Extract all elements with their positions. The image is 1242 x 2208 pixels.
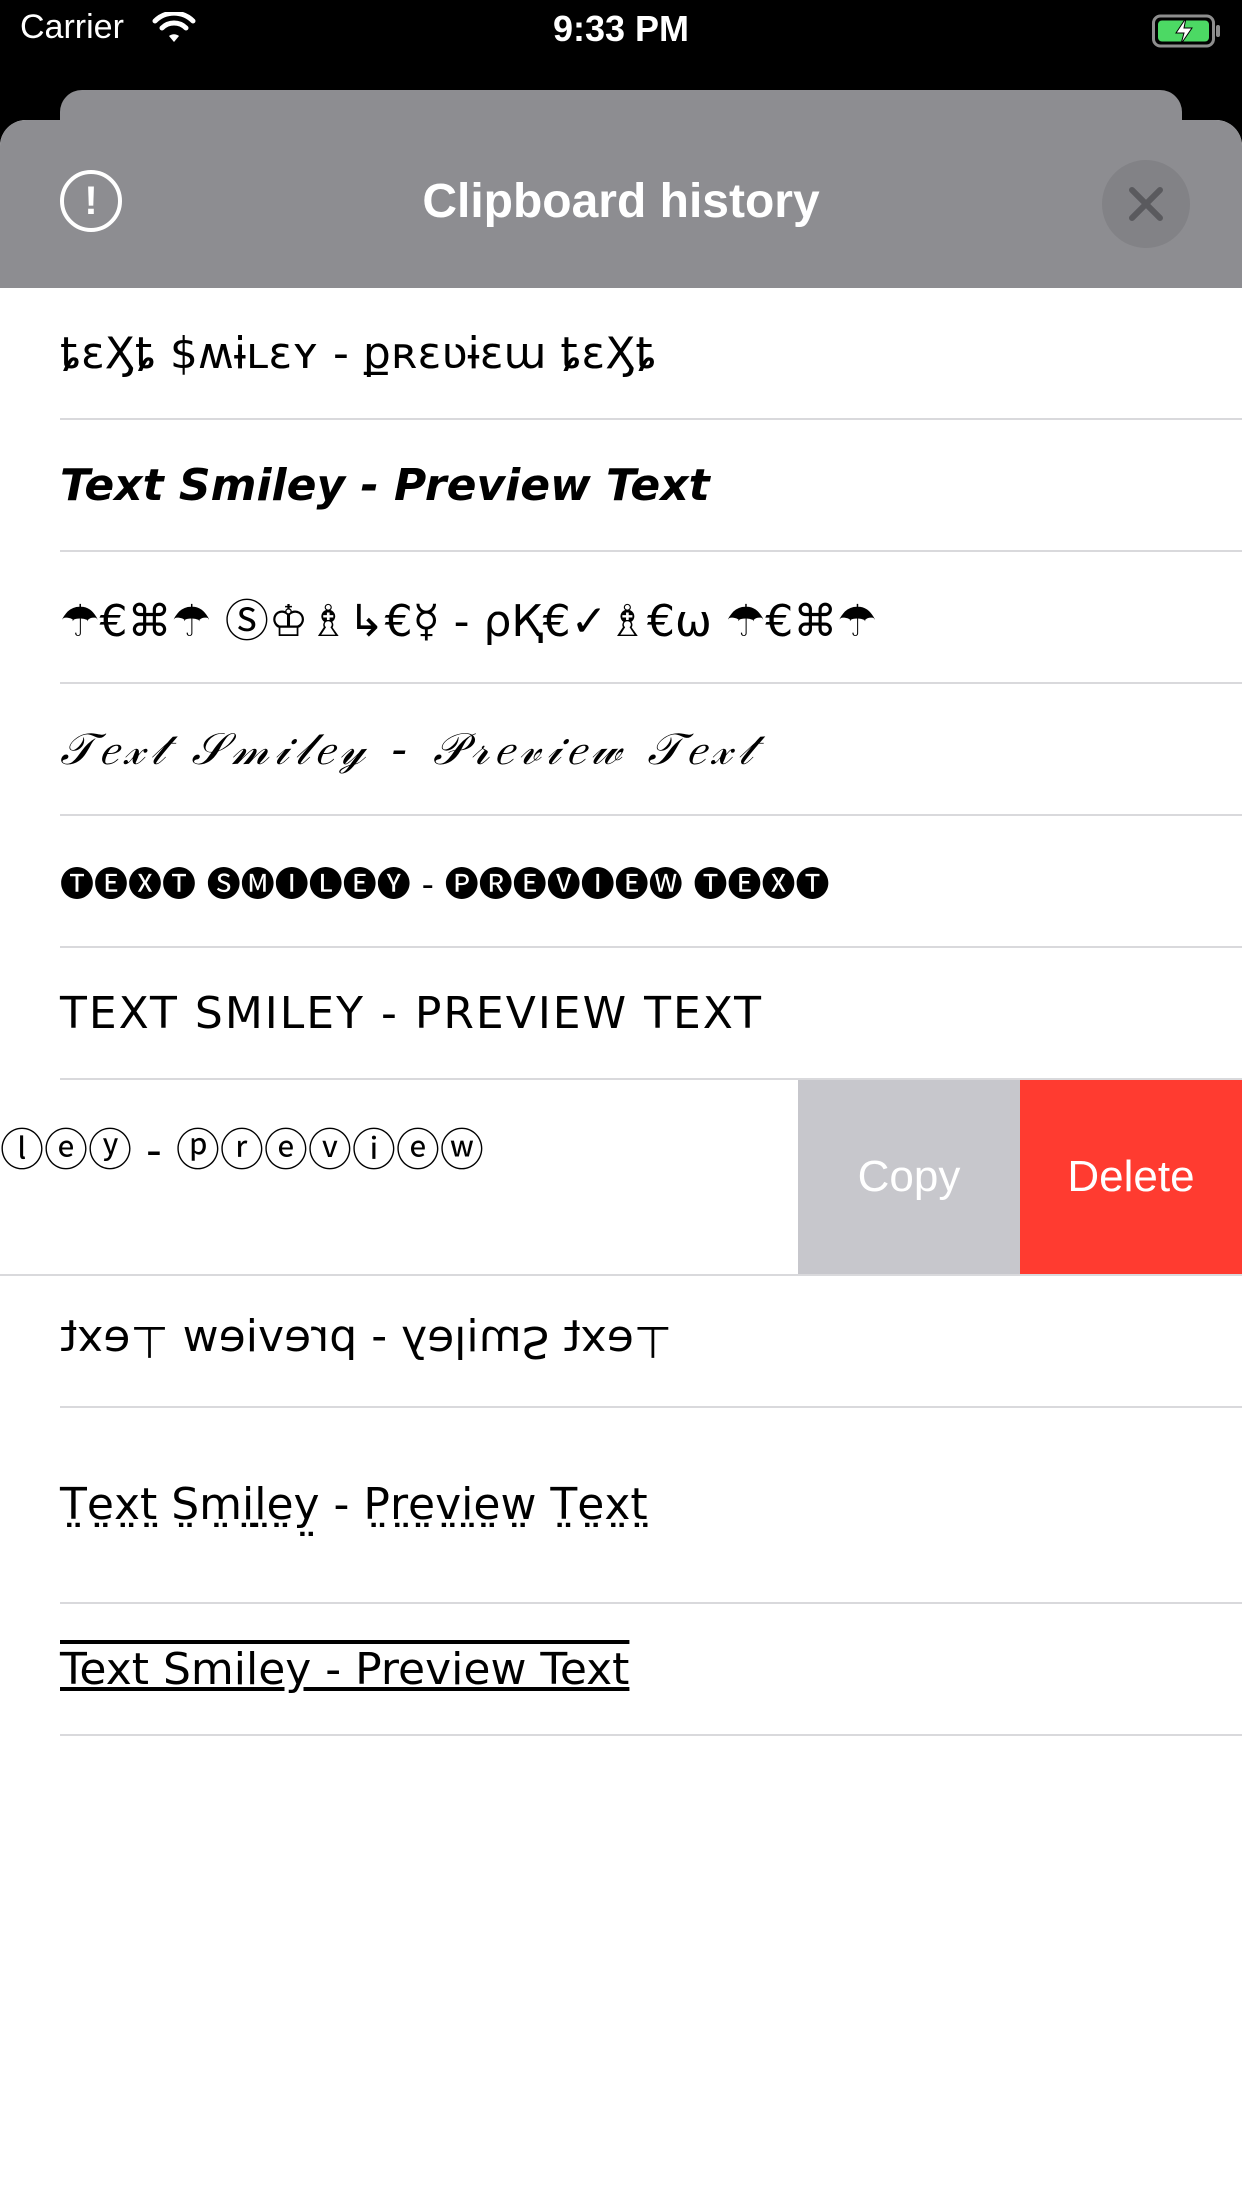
status-bar: Carrier 9:33 PM (0, 0, 1242, 62)
list-item-text: T̤e̤x̤t̤ S̤m̤i̤l̤e̤y̤ - P̤r̤e̤v̤i̤e̤w̤ T… (60, 1479, 648, 1530)
list-item[interactable]: ʇxǝ⊥ ʍǝᴉʌǝɹd - ʎǝlᴉɯS ʇxǝ⊥ (60, 1276, 1242, 1408)
list-item[interactable]: T̤e̤x̤t̤ S̤m̤i̤l̤e̤y̤ - P̤r̤e̤v̤i̤e̤w̤ T… (60, 1408, 1242, 1604)
sheet-title: Clipboard history (422, 175, 820, 228)
list-item[interactable]: Text Smiley - Preview Text (60, 1604, 1242, 1736)
list-item[interactable]: Text Smiley - Preview Text (60, 420, 1242, 552)
list-item-text: Text Smiley - Preview Text (60, 459, 710, 511)
list-item-text: Text Smiley - Preview Text (60, 1643, 630, 1695)
delete-button[interactable]: Delete (1020, 1080, 1242, 1274)
list-item-swiped[interactable]: ⓛⓔⓨ - ⓟⓡⓔⓥⓘⓔⓦ Copy Delete (0, 1080, 1242, 1276)
sheet-header: ! Clipboard history (0, 120, 1242, 288)
list-item[interactable]: ȶɛӼȶ $ʍɨʟɛʏ - քʀɛʋɨɛա ȶɛӼȶ (60, 288, 1242, 420)
clipboard-history-sheet: ! Clipboard history ȶɛӼȶ $ʍɨʟɛʏ - քʀɛʋɨɛ… (0, 120, 1242, 2208)
list-item-text: ʇxǝ⊥ ʍǝᴉʌǝɹd - ʎǝlᴉɯS ʇxǝ⊥ (60, 1276, 672, 1406)
list-item-text: 𝒯𝑒𝓍𝓉 𝒮𝓂𝒾𝓁𝑒𝓎 - 𝒫𝓇𝑒𝓋𝒾𝑒𝓌 𝒯𝑒𝓍𝓉 (60, 723, 759, 775)
list-item-text: TEXT SMILEY - PREVIEW TEXT (60, 987, 764, 1039)
list-item-text: 🅣🅔🅧🅣 🅢🅜🅘🅛🅔🅨 - 🅟🅡🅔🅥🅘🅔🅦 🅣🅔🅧🅣 (60, 864, 830, 905)
list-item[interactable]: 🅣🅔🅧🅣 🅢🅜🅘🅛🅔🅨 - 🅟🅡🅔🅥🅘🅔🅦 🅣🅔🅧🅣 (60, 816, 1242, 948)
clipboard-list: ȶɛӼȶ $ʍɨʟɛʏ - քʀɛʋɨɛա ȶɛӼȶ Text Smiley -… (0, 288, 1242, 1736)
close-icon (1129, 187, 1163, 221)
list-item-text: ☂€⌘☂ Ⓢ♔♗↳€☿ - ρҚ€✓♗€ω ☂€⌘☂ (60, 596, 877, 647)
list-item-text: ȶɛӼȶ $ʍɨʟɛʏ - քʀɛʋɨɛա ȶɛӼȶ (60, 327, 657, 379)
copy-button[interactable]: Copy (798, 1080, 1020, 1274)
status-time: 9:33 PM (552, 8, 690, 49)
list-item-flipped-text: ʇxǝ⊥ ʍǝᴉʌǝɹd - ʎǝlᴉɯS ʇxǝ⊥ (60, 1315, 673, 1367)
list-item[interactable]: TEXT SMILEY - PREVIEW TEXT (60, 948, 1242, 1080)
close-button[interactable] (1102, 160, 1190, 248)
list-item-text: ⓛⓔⓨ - ⓟⓡⓔⓥⓘⓔⓦ (0, 1125, 484, 1176)
list-item[interactable]: ☂€⌘☂ Ⓢ♔♗↳€☿ - ρҚ€✓♗€ω ☂€⌘☂ (60, 552, 1242, 684)
battery-charging-icon (1152, 14, 1220, 48)
list-item[interactable]: 𝒯𝑒𝓍𝓉 𝒮𝓂𝒾𝓁𝑒𝓎 - 𝒫𝓇𝑒𝓋𝒾𝑒𝓌 𝒯𝑒𝓍𝓉 (60, 684, 1242, 816)
